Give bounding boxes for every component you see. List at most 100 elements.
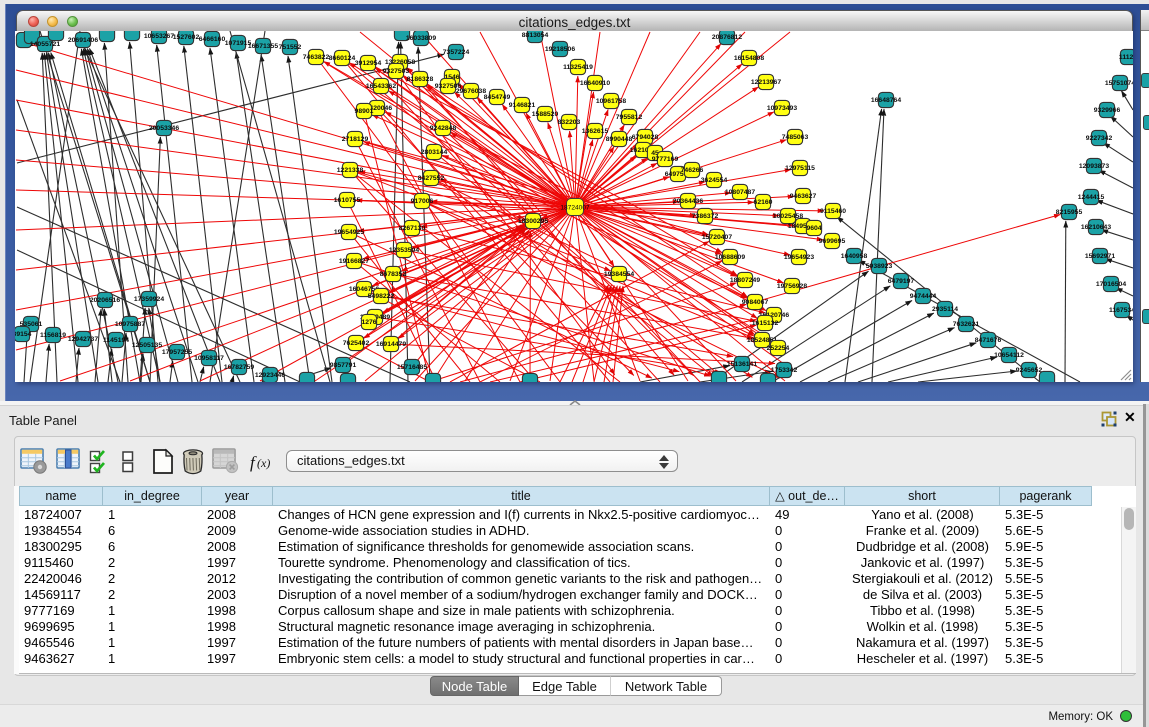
svg-text:2803144: 2803144 [421, 149, 448, 156]
svg-text:16640910: 16640910 [580, 80, 610, 87]
svg-text:3624554: 3624554 [701, 177, 728, 184]
svg-text:12975115: 12975115 [785, 165, 815, 172]
svg-text:252254: 252254 [767, 345, 790, 352]
svg-text:12093873: 12093873 [1079, 163, 1109, 170]
svg-text:12213967: 12213967 [751, 79, 781, 86]
svg-text:2935114: 2935114 [932, 306, 958, 313]
svg-text:9463627: 9463627 [790, 193, 817, 200]
svg-text:1640958: 1640958 [841, 253, 868, 260]
svg-text:20876812: 20876812 [712, 34, 742, 41]
svg-text:9227342: 9227342 [1086, 135, 1113, 142]
svg-text:3912954: 3912954 [355, 60, 382, 67]
svg-text:16210643: 16210643 [1081, 224, 1111, 231]
svg-text:9699695: 9699695 [819, 238, 846, 245]
svg-text:2718129: 2718129 [342, 136, 369, 143]
svg-text:746266: 746266 [681, 167, 704, 174]
svg-text:751552: 751552 [279, 44, 302, 51]
svg-text:6479197: 6479197 [888, 278, 915, 285]
svg-text:12353594: 12353594 [389, 247, 419, 254]
svg-text:1615132: 1615132 [752, 320, 779, 327]
svg-text:(x): (x) [257, 456, 270, 470]
svg-text:19756928: 19756928 [777, 283, 807, 290]
svg-text:f: f [250, 453, 257, 472]
svg-text:1753342: 1753342 [771, 367, 798, 374]
svg-text:9242848: 9242848 [430, 125, 457, 132]
svg-text:8660124: 8660124 [329, 55, 356, 62]
svg-text:1610755: 1610755 [334, 197, 361, 204]
svg-text:1244415: 1244415 [1078, 194, 1105, 201]
svg-text:19218506: 19218506 [545, 46, 575, 53]
svg-text:16154808: 16154808 [734, 55, 764, 62]
svg-text:10973493: 10973493 [767, 105, 797, 112]
svg-text:8186328: 8186328 [407, 76, 434, 83]
svg-text:16543362: 16543362 [366, 83, 396, 90]
svg-text:15692971: 15692971 [1085, 253, 1115, 260]
svg-text:9146821: 9146821 [509, 102, 536, 109]
svg-text:11325419: 11325419 [563, 64, 593, 71]
svg-text:7955812: 7955812 [616, 114, 643, 121]
svg-text:8454749: 8454749 [484, 94, 511, 101]
svg-text:18300295: 18300295 [518, 218, 548, 225]
svg-text:9245652: 9245652 [1016, 367, 1043, 374]
svg-text:8678352: 8678352 [380, 271, 407, 278]
svg-text:9329966: 9329966 [1094, 107, 1121, 114]
svg-text:10975887: 10975887 [115, 321, 145, 328]
svg-text:1145194: 1145194 [103, 337, 129, 344]
svg-text:10958117: 10958117 [194, 355, 224, 362]
svg-text:9115460: 9115460 [820, 208, 846, 215]
svg-text:1527602: 1527602 [173, 34, 200, 41]
svg-text:17359924: 17359924 [134, 296, 164, 303]
svg-text:12505135: 12505135 [132, 342, 162, 349]
svg-text:20206516: 20206516 [90, 297, 120, 304]
svg-text:10807487: 10807487 [725, 189, 755, 196]
svg-text:9604: 9604 [806, 225, 821, 232]
svg-text:12923446: 12923446 [255, 372, 285, 379]
svg-text:20053346: 20053346 [149, 125, 179, 132]
svg-text:19654923: 19654923 [784, 254, 814, 261]
svg-text:8267130: 8267130 [399, 225, 426, 232]
svg-text:917006: 917006 [411, 198, 434, 205]
svg-text:832203: 832203 [558, 119, 581, 126]
svg-text:16782759: 16782759 [224, 364, 254, 371]
svg-text:39154: 39154 [15, 331, 32, 338]
svg-text:8471676: 8471676 [975, 337, 1002, 344]
svg-text:1362615: 1362615 [582, 128, 609, 135]
svg-text:10653267: 10653267 [144, 33, 174, 40]
svg-text:1156819: 1156819 [40, 332, 66, 339]
svg-text:62160: 62160 [754, 199, 773, 206]
svg-text:5938923: 5938923 [866, 263, 893, 270]
svg-text:16914479: 16914479 [376, 341, 406, 348]
svg-text:1588520: 1588520 [532, 111, 559, 118]
svg-text:6794028: 6794028 [632, 134, 659, 141]
svg-text:1276: 1276 [361, 319, 376, 326]
svg-text:9084067: 9084067 [742, 299, 769, 306]
svg-text:8813054: 8813054 [522, 32, 549, 39]
svg-text:10688609: 10688609 [715, 254, 745, 261]
svg-text:98901: 98901 [355, 108, 374, 115]
svg-text:5498222: 5498222 [368, 293, 395, 300]
svg-text:17957255: 17957255 [162, 349, 192, 356]
svg-text:19654925: 19654925 [334, 229, 364, 236]
svg-text:9327503: 9327503 [383, 68, 410, 75]
svg-text:20364436: 20364436 [673, 198, 703, 205]
svg-text:15720407: 15720407 [702, 234, 732, 241]
svg-text:7463822: 7463822 [303, 54, 330, 61]
svg-text:9777169: 9777169 [652, 156, 679, 163]
svg-text:15751074: 15751074 [1105, 80, 1133, 87]
svg-text:8427552: 8427552 [418, 175, 445, 182]
svg-text:1167534: 1167534 [1109, 307, 1133, 314]
svg-text:18807249: 18807249 [730, 277, 760, 284]
svg-text:19384554: 19384554 [604, 271, 634, 278]
svg-text:7625402: 7625402 [343, 340, 370, 347]
svg-text:7632621: 7632621 [953, 321, 980, 328]
svg-text:16648764: 16648764 [871, 97, 901, 104]
svg-text:9857791: 9857791 [330, 362, 357, 369]
svg-text:9474444: 9474444 [910, 293, 937, 300]
svg-text:20691406: 20691406 [68, 37, 98, 44]
svg-text:15716485: 15716485 [397, 364, 427, 371]
svg-text:7357224: 7357224 [443, 49, 470, 56]
svg-text:10961758: 10961758 [596, 98, 626, 105]
svg-text:11120: 11120 [1119, 54, 1133, 61]
svg-text:7485063: 7485063 [782, 134, 809, 141]
svg-text:8990448: 8990448 [606, 136, 633, 143]
